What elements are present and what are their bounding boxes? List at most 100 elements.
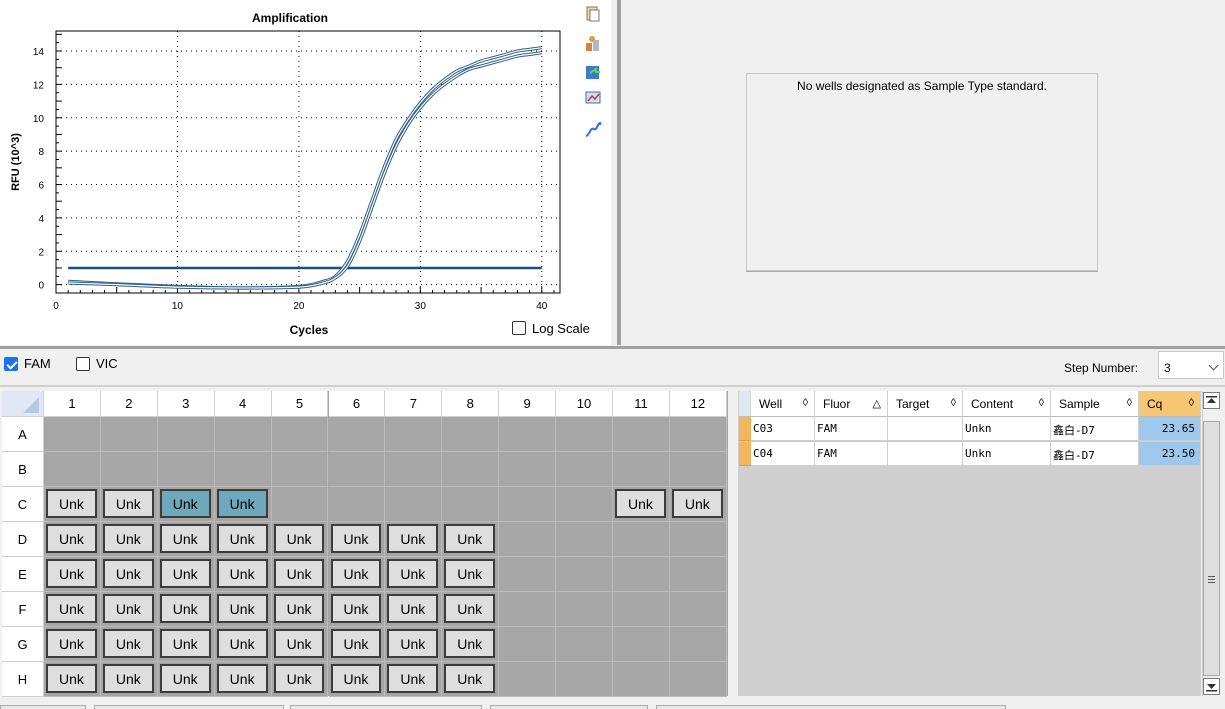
plate-well[interactable]	[669, 522, 727, 557]
well-content-label[interactable]: Unk	[444, 664, 496, 693]
plate-well[interactable]: Unk	[328, 592, 386, 627]
well-content-label[interactable]: Unk	[102, 594, 154, 623]
well-content-label[interactable]: Unk	[102, 559, 154, 588]
plate-row-header[interactable]: G	[2, 627, 44, 662]
well-content-label[interactable]: Unk	[330, 524, 382, 553]
well-content-label[interactable]: Unk	[387, 524, 439, 553]
chart-options-icon[interactable]	[584, 89, 602, 107]
plate-well[interactable]: Unk	[271, 557, 329, 592]
well-content-label[interactable]: Unk	[216, 629, 268, 658]
plate-well[interactable]: Unk	[271, 522, 329, 557]
plate-well[interactable]: Unk	[44, 627, 101, 662]
plate-well[interactable]	[442, 487, 500, 522]
well-content-label[interactable]: Unk	[444, 524, 496, 553]
plate-well[interactable]	[385, 452, 443, 487]
save-chart-icon[interactable]	[584, 63, 602, 81]
log-scale-checkbox[interactable]: Log Scale	[512, 319, 590, 337]
plate-well[interactable]	[157, 452, 215, 487]
plate-well[interactable]: Unk	[157, 487, 215, 522]
well-content-label[interactable]: Unk	[273, 594, 325, 623]
well-content-label[interactable]: Unk	[273, 559, 325, 588]
plate-corner[interactable]	[2, 391, 44, 417]
bottom-tab[interactable]	[94, 705, 284, 709]
well-content-label[interactable]: Unk	[46, 594, 97, 623]
plate-well[interactable]: Unk	[328, 522, 386, 557]
plate-well[interactable]: Unk	[214, 592, 272, 627]
row-marker[interactable]	[739, 417, 751, 441]
plate-well[interactable]	[669, 662, 727, 697]
plate-well[interactable]	[499, 592, 557, 627]
plate-column-header[interactable]: 4	[214, 391, 272, 417]
well-content-label[interactable]: Unk	[46, 489, 97, 518]
plate-well[interactable]	[499, 452, 557, 487]
plate-well[interactable]: Unk	[100, 522, 158, 557]
plate-well[interactable]	[328, 487, 386, 522]
plate-well[interactable]	[328, 452, 386, 487]
plate-well[interactable]: Unk	[214, 487, 272, 522]
plate-well[interactable]: Unk	[442, 557, 500, 592]
plate-well[interactable]	[271, 452, 329, 487]
plate-well[interactable]: Unk	[100, 592, 158, 627]
plate-well[interactable]: Unk	[385, 627, 443, 662]
scroll-thumb[interactable]	[1203, 421, 1220, 676]
well-content-label[interactable]: Unk	[102, 489, 154, 518]
plate-well[interactable]: Unk	[157, 627, 215, 662]
plate-well[interactable]: Unk	[157, 592, 215, 627]
plate-well[interactable]	[556, 487, 613, 522]
plate-well[interactable]	[613, 662, 670, 697]
plate-well[interactable]	[271, 487, 329, 522]
table-cell[interactable]: C04	[751, 442, 815, 466]
plate-well[interactable]	[556, 522, 613, 557]
well-content-label[interactable]: Unk	[216, 664, 268, 693]
well-content-label[interactable]: Unk	[330, 629, 382, 658]
sort-icon[interactable]: △	[873, 397, 881, 410]
plate-well[interactable]: Unk	[100, 627, 158, 662]
well-content-label[interactable]: Unk	[387, 629, 439, 658]
well-content-label[interactable]: Unk	[102, 524, 154, 553]
plate-well[interactable]	[556, 592, 613, 627]
row-marker[interactable]	[739, 442, 751, 466]
plate-well[interactable]	[499, 417, 557, 452]
horizontal-splitter[interactable]	[0, 346, 1225, 349]
plate-well[interactable]	[499, 557, 557, 592]
plate-well[interactable]: Unk	[44, 522, 101, 557]
log-scale-box[interactable]	[512, 321, 526, 335]
plate-column-header[interactable]: 5	[271, 391, 329, 417]
plate-well[interactable]	[556, 557, 613, 592]
plate-well[interactable]	[499, 522, 557, 557]
well-content-label[interactable]: Unk	[216, 559, 268, 588]
plate-column-header[interactable]: 7	[385, 391, 443, 417]
plate-well[interactable]	[214, 452, 272, 487]
plate-well[interactable]: Unk	[385, 522, 443, 557]
plate-well[interactable]	[442, 417, 500, 452]
well-content-label[interactable]: Unk	[159, 594, 211, 623]
plate-well[interactable]	[442, 452, 500, 487]
plate-well[interactable]	[499, 627, 557, 662]
well-content-label[interactable]: Unk	[387, 594, 439, 623]
well-content-label[interactable]: Unk	[444, 594, 496, 623]
plate-well[interactable]	[556, 452, 613, 487]
plate-well[interactable]: Unk	[214, 557, 272, 592]
well-content-label[interactable]: Unk	[46, 664, 97, 693]
plate-well[interactable]: Unk	[328, 662, 386, 697]
step-number-select[interactable]: 3	[1158, 351, 1224, 379]
fluor-fam-checkbox[interactable]: FAM	[4, 356, 51, 371]
plate-row-header[interactable]: A	[2, 417, 44, 452]
plate-well[interactable]	[556, 417, 613, 452]
well-content-label[interactable]: Unk	[46, 559, 97, 588]
well-content-label[interactable]: Unk	[273, 664, 325, 693]
well-content-label[interactable]: Unk	[159, 664, 211, 693]
well-content-label[interactable]: Unk	[387, 559, 439, 588]
well-content-label[interactable]: Unk	[46, 524, 97, 553]
plate-well[interactable]	[669, 452, 727, 487]
plate-well[interactable]	[100, 417, 158, 452]
plate-well[interactable]: Unk	[442, 522, 500, 557]
vic-check-box[interactable]	[76, 356, 90, 371]
plate-well[interactable]	[214, 417, 272, 452]
sort-icon[interactable]: ◊	[951, 397, 956, 409]
plate-well[interactable]	[613, 522, 670, 557]
plate-well[interactable]: Unk	[44, 592, 101, 627]
amplification-curve-1[interactable]	[68, 47, 542, 289]
well-content-label[interactable]: Unk	[273, 629, 325, 658]
trace-styles-icon[interactable]	[584, 121, 602, 139]
